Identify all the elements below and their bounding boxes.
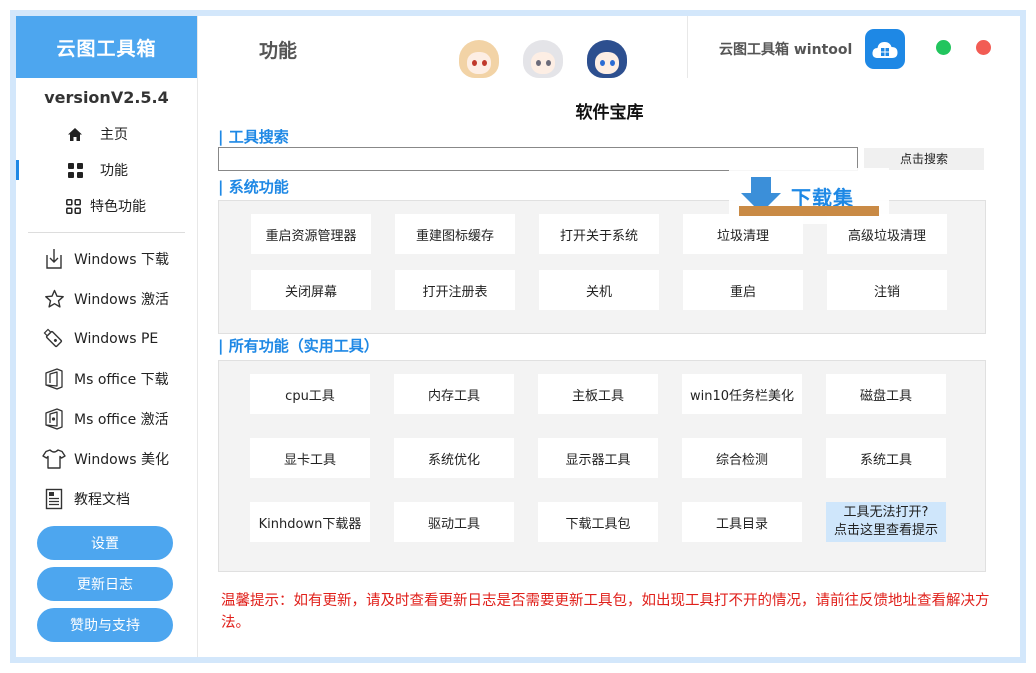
apps-icon bbox=[64, 198, 82, 214]
star-icon bbox=[42, 287, 66, 311]
support-button[interactable]: 赞助与支持 bbox=[37, 608, 173, 642]
all-tools-panel: cpu工具 内存工具 主板工具 win10任务栏美化 磁盘工具 显卡工具 系统优… bbox=[218, 360, 986, 572]
nav-item-home[interactable]: 主页 bbox=[16, 116, 197, 152]
tool-button[interactable]: cpu工具 bbox=[250, 374, 370, 414]
watermark-logo: 下载集 bbox=[729, 168, 889, 224]
nav-item-office-download[interactable]: Ms office 下载 bbox=[16, 359, 197, 399]
nav-label-windows-beautify: Windows 美化 bbox=[74, 452, 169, 468]
nav-label-features: 功能 bbox=[100, 163, 128, 179]
tool-button[interactable]: 重建图标缓存 bbox=[395, 214, 515, 254]
tool-button[interactable]: 下载工具包 bbox=[538, 502, 658, 542]
tool-button[interactable]: 打开关于系统 bbox=[539, 214, 659, 254]
nav-label-windows-download: Windows 下载 bbox=[74, 252, 169, 268]
main-content: 软件宝库 | 工具搜索 点击搜索 | 系统功能 重启资源管理器 重建图标缓存 打… bbox=[199, 78, 1020, 657]
nav-label-office-activate: Ms office 激活 bbox=[74, 412, 169, 428]
help-tip-line-2: 点击这里查看提示 bbox=[833, 523, 938, 538]
brand-title: 云图工具箱 bbox=[16, 16, 197, 78]
usb-icon bbox=[42, 327, 66, 351]
main-nav: 主页 功能 特色功能 bbox=[16, 116, 197, 224]
nav-label-windows-pe: Windows PE bbox=[74, 331, 159, 347]
settings-button[interactable]: 设置 bbox=[37, 526, 173, 560]
tool-button[interactable]: 关闭屏幕 bbox=[251, 270, 371, 310]
tool-button[interactable]: 显示器工具 bbox=[538, 438, 658, 478]
nav-label-office-download: Ms office 下载 bbox=[74, 372, 169, 388]
extra-nav: Windows 下载 Windows 激活 Windows PE Ms offi… bbox=[16, 239, 197, 519]
office-key-icon bbox=[42, 407, 66, 431]
sidebar-buttons: 设置 更新日志 赞助与支持 bbox=[16, 526, 173, 649]
title-bar-divider bbox=[687, 16, 688, 78]
help-tip-line-1: 工具无法打开? bbox=[843, 505, 929, 520]
tool-button[interactable]: 系统工具 bbox=[826, 438, 946, 478]
close-button[interactable] bbox=[976, 40, 991, 55]
document-icon bbox=[42, 487, 66, 511]
nav-item-tutorial-docs[interactable]: 教程文档 bbox=[16, 479, 197, 519]
tool-button[interactable]: 系统优化 bbox=[394, 438, 514, 478]
main-title: 软件宝库 bbox=[575, 103, 644, 123]
nav-label-windows-activate: Windows 激活 bbox=[74, 292, 169, 308]
tool-button[interactable]: 磁盘工具 bbox=[826, 374, 946, 414]
nav-item-windows-activate[interactable]: Windows 激活 bbox=[16, 279, 197, 319]
download-icon bbox=[42, 247, 66, 271]
nav-item-windows-download[interactable]: Windows 下载 bbox=[16, 239, 197, 279]
tool-button[interactable]: win10任务栏美化 bbox=[682, 374, 802, 414]
tool-button[interactable]: 内存工具 bbox=[394, 374, 514, 414]
app-window: 云图工具箱 versionV2.5.4 主页 功能 特色功能 Windows 下… bbox=[10, 10, 1026, 663]
tool-button[interactable]: 重启 bbox=[683, 270, 803, 310]
app-name: 云图工具箱 wintool bbox=[719, 42, 853, 58]
mascot-character-3 bbox=[577, 36, 637, 78]
tool-button[interactable]: 主板工具 bbox=[538, 374, 658, 414]
mascot-characters bbox=[449, 36, 637, 78]
title-bar: 功能 云图工具箱 wintool bbox=[199, 16, 1020, 78]
section-title-system: | 系统功能 bbox=[218, 178, 289, 196]
office-icon bbox=[42, 367, 66, 391]
search-button[interactable]: 点击搜索 bbox=[864, 148, 984, 170]
watermark-bar bbox=[739, 206, 879, 216]
nav-label-tutorial-docs: 教程文档 bbox=[74, 492, 130, 508]
mascot-character-1 bbox=[449, 36, 509, 78]
tool-button[interactable]: 注销 bbox=[827, 270, 947, 310]
nav-item-windows-beautify[interactable]: Windows 美化 bbox=[16, 439, 197, 479]
page-title: 功能 bbox=[259, 40, 298, 62]
nav-item-windows-pe[interactable]: Windows PE bbox=[16, 319, 197, 359]
home-icon bbox=[66, 127, 84, 142]
tshirt-icon bbox=[42, 447, 66, 471]
update-tip: 温馨提示：如有更新，请及时查看更新日志是否需要更新工具包，如出现工具打不开的情况… bbox=[221, 593, 990, 631]
tool-button[interactable]: Kinhdown下载器 bbox=[250, 502, 370, 542]
tool-button[interactable]: 驱动工具 bbox=[394, 502, 514, 542]
tool-button[interactable]: 重启资源管理器 bbox=[251, 214, 371, 254]
nav-label-special: 特色功能 bbox=[90, 199, 146, 215]
section-title-all-tools: | 所有功能（实用工具） bbox=[218, 337, 379, 355]
sidebar-divider bbox=[28, 232, 185, 233]
tool-button[interactable]: 显卡工具 bbox=[250, 438, 370, 478]
version-label: versionV2.5.4 bbox=[44, 88, 169, 107]
tool-button[interactable]: 关机 bbox=[539, 270, 659, 310]
tool-button[interactable]: 综合检测 bbox=[682, 438, 802, 478]
mascot-character-2 bbox=[513, 36, 573, 78]
nav-item-office-activate[interactable]: Ms office 激活 bbox=[16, 399, 197, 439]
section-title-search: | 工具搜索 bbox=[218, 128, 289, 146]
grid-icon bbox=[66, 162, 84, 178]
cloud-button[interactable] bbox=[865, 29, 905, 69]
cloud-windows-icon bbox=[872, 42, 898, 58]
nav-item-features[interactable]: 功能 bbox=[16, 152, 197, 188]
sidebar: 云图工具箱 versionV2.5.4 主页 功能 特色功能 Windows 下… bbox=[16, 16, 198, 657]
changelog-button[interactable]: 更新日志 bbox=[37, 567, 173, 601]
minimize-button[interactable] bbox=[936, 40, 951, 55]
nav-label-home: 主页 bbox=[100, 127, 128, 143]
tool-button[interactable]: 打开注册表 bbox=[395, 270, 515, 310]
help-tip-button[interactable]: 工具无法打开? 点击这里查看提示 bbox=[826, 502, 946, 542]
tool-button[interactable]: 工具目录 bbox=[682, 502, 802, 542]
nav-item-special[interactable]: 特色功能 bbox=[16, 188, 197, 224]
